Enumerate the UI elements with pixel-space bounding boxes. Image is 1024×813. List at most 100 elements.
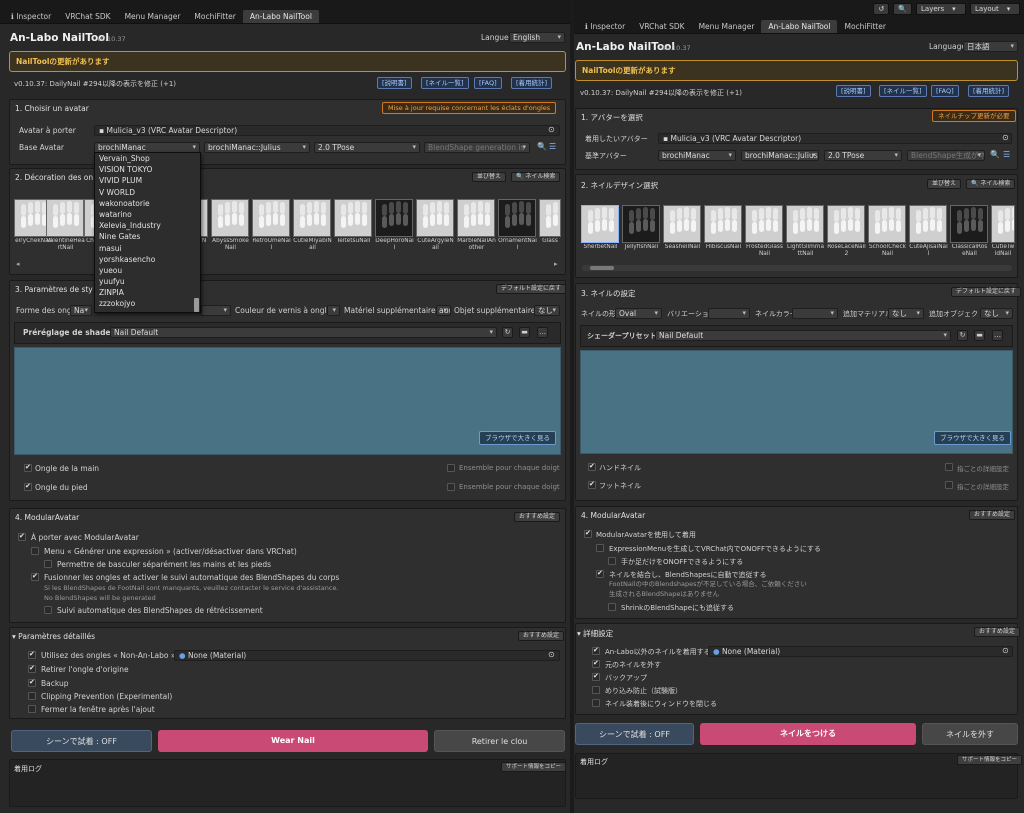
each-toe-checkbox[interactable] xyxy=(945,481,953,489)
manual-link[interactable]: [説明書] xyxy=(836,85,871,97)
extra-material-select[interactable]: なし xyxy=(888,308,924,319)
hand-nail-checkbox[interactable] xyxy=(24,463,32,472)
remove-original-checkbox[interactable] xyxy=(592,659,600,668)
base-avatar-select[interactable]: brochiManac::Julius xyxy=(204,142,310,153)
more-icon[interactable]: … xyxy=(537,327,548,338)
ma-wear-checkbox[interactable] xyxy=(18,532,26,541)
nail-thumb[interactable]: N xyxy=(200,199,208,253)
history-button[interactable]: ↺ xyxy=(873,3,890,15)
shader-preset-select[interactable]: Nail Default xyxy=(655,330,951,341)
dropdown-option[interactable]: wakonoatorie xyxy=(95,198,200,209)
dropdown-option[interactable]: ZINPIA xyxy=(95,287,200,298)
tab-inspector[interactable]: ℹ Inspector xyxy=(4,10,58,23)
tab-vrchat-sdk[interactable]: VRChat SDK xyxy=(632,20,691,33)
dropdown-option[interactable]: yueou xyxy=(95,265,200,276)
language-select[interactable]: 日本語 xyxy=(963,41,1018,52)
nail-thumb[interactable]: RetroUmeNail xyxy=(252,199,291,253)
nail-thumb[interactable]: ValentineHeartNail xyxy=(46,199,85,253)
base-avatar-select[interactable]: brochiManac::Julius xyxy=(741,150,819,161)
tab-menu-manager[interactable]: Menu Manager xyxy=(692,20,762,33)
dropdown-option[interactable]: watarino xyxy=(95,209,200,220)
expression-menu-checkbox[interactable] xyxy=(596,544,604,552)
language-select[interactable]: English xyxy=(509,32,565,43)
each-finger-checkbox[interactable] xyxy=(447,464,455,472)
nail-thumb[interactable]: CuteArgyleNail xyxy=(416,199,455,253)
search-icon[interactable]: 🔍 xyxy=(990,150,1000,159)
reset-default-button[interactable]: デフォルト設定に戻す xyxy=(951,287,1022,297)
reset-default-button[interactable]: デフォルト設定に戻す xyxy=(496,284,567,294)
blendshape-select[interactable]: BlendShape generation is xyxy=(424,142,530,153)
update-required-button[interactable]: ネイルチップ更新が必要 xyxy=(932,110,1016,122)
dropdown-option[interactable]: yorshkasencho xyxy=(95,254,200,265)
manual-link[interactable]: [説明書] xyxy=(377,77,412,89)
close-window-checkbox[interactable] xyxy=(28,705,36,713)
nail-color-select[interactable] xyxy=(327,305,340,316)
tab-inspector[interactable]: ℹ Inspector xyxy=(578,20,632,33)
sort-button[interactable]: 並び替え xyxy=(472,172,507,182)
faq-link[interactable]: [FAQ] xyxy=(931,85,959,97)
open-browser-button[interactable]: ブラウザで大きく見る xyxy=(479,431,556,445)
remove-original-checkbox[interactable] xyxy=(28,664,36,673)
open-browser-button[interactable]: ブラウザで大きく見る xyxy=(934,431,1011,445)
dropdown-option[interactable]: VIVID PLUM xyxy=(95,175,200,186)
expression-menu-checkbox[interactable] xyxy=(31,547,39,555)
refresh-icon[interactable]: ↻ xyxy=(957,330,968,341)
merge-nails-checkbox[interactable] xyxy=(31,572,39,581)
layout-dropdown[interactable]: Layout ▾ xyxy=(970,3,1020,15)
foot-nail-checkbox[interactable] xyxy=(588,480,596,489)
object-picker-icon[interactable]: ⊙ xyxy=(548,125,555,134)
nail-thumb[interactable]: MarbleNailAnother xyxy=(457,199,496,253)
nail-shape-select[interactable]: Na xyxy=(70,305,92,316)
shader-preset-select[interactable]: Nail Default xyxy=(110,327,497,338)
clipping-checkbox[interactable] xyxy=(28,692,36,700)
base-pose-select[interactable]: 2.0 TPose xyxy=(824,150,902,161)
avatar-field[interactable]: ▪ Mulicia_v3 (VRC Avatar Descriptor) xyxy=(94,125,560,136)
nail-list-link[interactable]: [ネイル一覧] xyxy=(421,77,469,89)
nail-thumb[interactable]: ClassicalRoseNail xyxy=(950,205,989,259)
tab-vrchat-sdk[interactable]: VRChat SDK xyxy=(58,10,117,23)
sort-button[interactable]: 並び替え xyxy=(927,179,962,189)
each-finger-checkbox[interactable] xyxy=(945,463,953,471)
nail-thumb[interactable]: CutieTwidNail xyxy=(991,205,1015,259)
remove-nail-button[interactable]: ネイルを外す xyxy=(922,723,1018,745)
foot-nail-checkbox[interactable] xyxy=(24,482,32,491)
nail-thumb[interactable]: LightGlimmattNail xyxy=(786,205,825,259)
nail-list-link[interactable]: [ネイル一覧] xyxy=(879,85,927,97)
dropdown-option[interactable]: zzzokojyo xyxy=(95,298,200,309)
object-picker-icon[interactable]: ⊙ xyxy=(1002,646,1009,655)
merge-nails-checkbox[interactable] xyxy=(596,569,604,578)
update-required-button[interactable]: Mise à jour requise concernant les éclat… xyxy=(382,102,557,114)
nail-thumb[interactable]: TeitetsuNail xyxy=(334,199,373,253)
wear-nail-button[interactable]: Wear Nail xyxy=(158,730,428,752)
thumb-scrollbar[interactable] xyxy=(582,265,1012,271)
backup-checkbox[interactable] xyxy=(28,678,36,687)
each-toe-checkbox[interactable] xyxy=(447,483,455,491)
material-field[interactable]: ● None (Material) xyxy=(708,646,1013,657)
nail-thumb[interactable]: HibiscusNail xyxy=(704,205,743,259)
non-anlabo-checkbox[interactable] xyxy=(592,646,600,655)
nail-thumb[interactable]: Glass xyxy=(539,199,561,253)
ma-wear-checkbox[interactable] xyxy=(584,529,592,538)
variation-select[interactable] xyxy=(201,305,231,316)
backup-checkbox[interactable] xyxy=(592,672,600,681)
copy-support-button[interactable]: サポート情報をコピー xyxy=(957,755,1023,765)
more-icon[interactable]: … xyxy=(992,330,1003,341)
list-icon[interactable]: ☰ xyxy=(1003,150,1010,159)
stats-link[interactable]: [着用統計] xyxy=(968,85,1010,97)
scroll-right-icon[interactable]: ▸ xyxy=(554,260,558,268)
scene-tryon-button[interactable]: シーンで試着 : OFF xyxy=(11,730,152,752)
shrink-blendshape-checkbox[interactable] xyxy=(44,606,52,614)
copy-support-button[interactable]: サポート情報をコピー xyxy=(501,762,567,772)
toggle-hands-feet-checkbox[interactable] xyxy=(608,557,616,565)
dropdown-option[interactable]: V WORLD xyxy=(95,187,200,198)
extra-object-select[interactable]: なし xyxy=(534,305,560,316)
recommended-button-2[interactable]: おすすめ設定 xyxy=(974,627,1021,637)
nail-thumb[interactable]: SchoolCheckNail xyxy=(868,205,907,259)
wear-nail-button[interactable]: ネイルをつける xyxy=(700,723,916,745)
tab-mochifitter[interactable]: MochiFitter xyxy=(187,10,242,23)
dropdown-option[interactable]: Vervain_Shop xyxy=(95,153,200,164)
list-icon[interactable]: ☰ xyxy=(549,142,556,151)
nail-thumb[interactable]: CutieMiyabiNail xyxy=(293,199,332,253)
layers-dropdown[interactable]: Layers ▾ xyxy=(916,3,966,15)
scene-tryon-button[interactable]: シーンで試着 : OFF xyxy=(575,723,694,745)
